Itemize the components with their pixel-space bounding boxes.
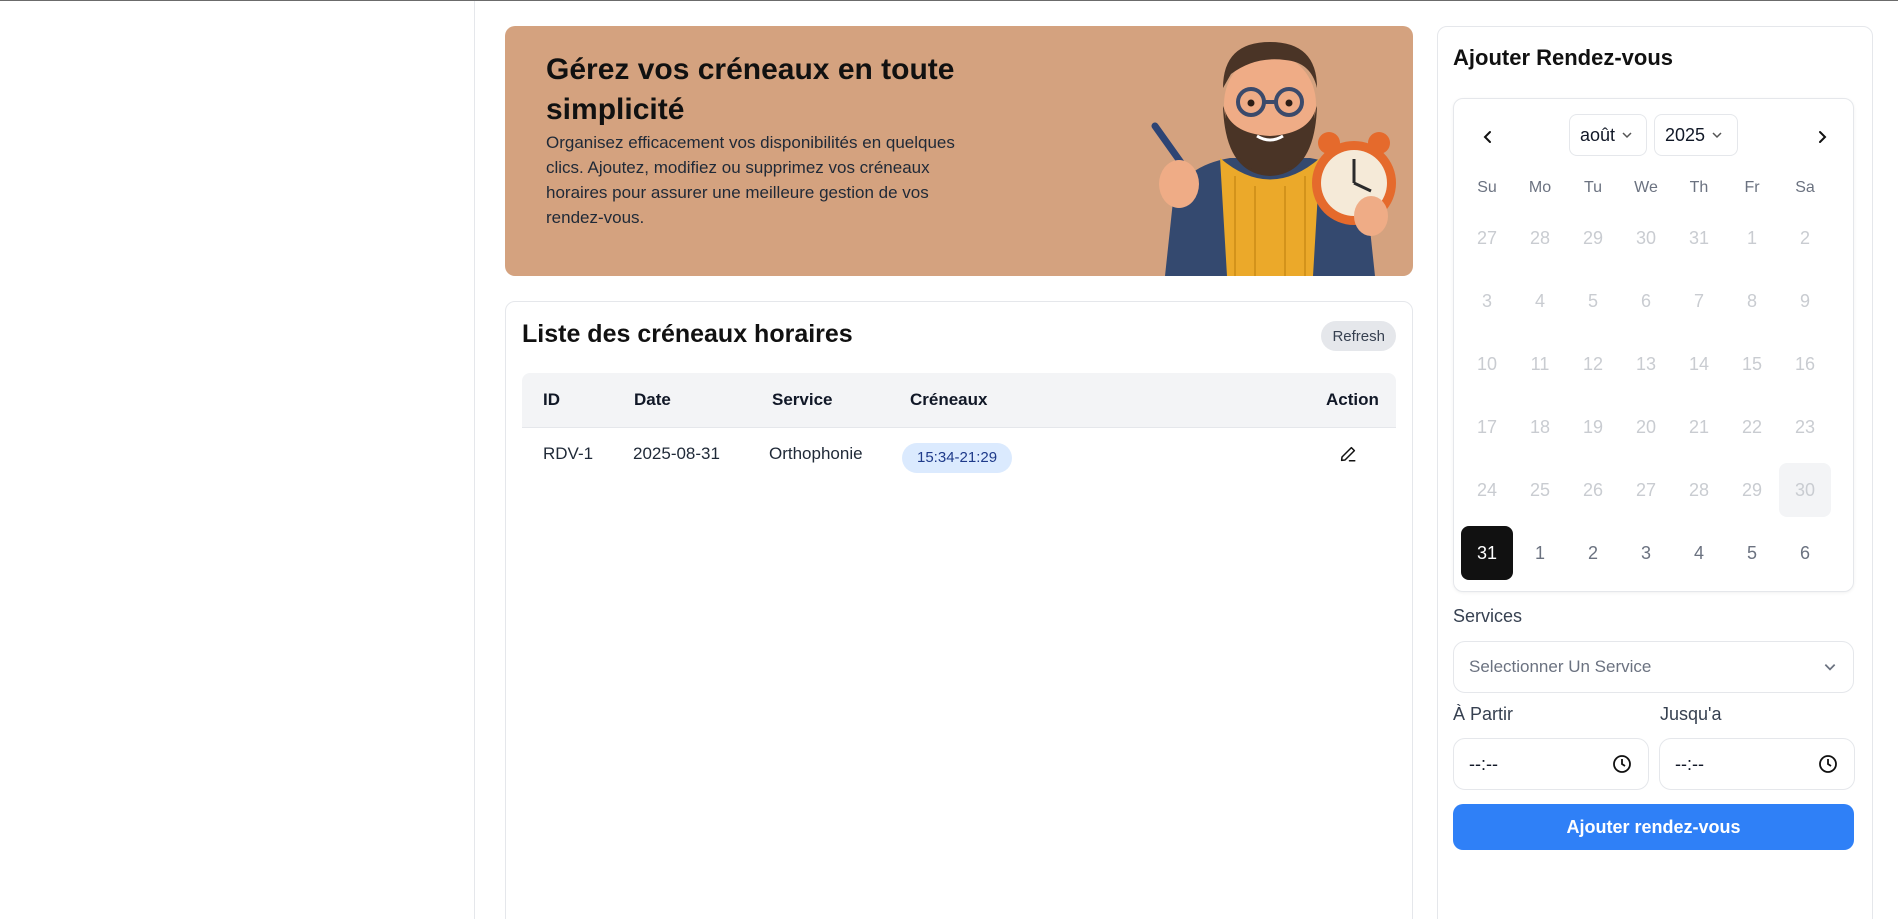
calendar-day[interactable]: 31: [1461, 526, 1513, 580]
weekday-label: Mo: [1528, 179, 1552, 196]
weekday-label: Sa: [1795, 179, 1815, 196]
add-appointment-button[interactable]: Ajouter rendez-vous: [1453, 804, 1854, 850]
calendar-day[interactable]: 25: [1514, 463, 1566, 517]
month-select[interactable]: août: [1569, 114, 1647, 156]
table-row: RDV-1 2025-08-31 Orthophonie 15:34-21:29: [522, 428, 1396, 486]
chevron-down-icon: [1712, 132, 1722, 139]
service-select[interactable]: Selectionner Un Service: [1453, 641, 1854, 693]
calendar-day[interactable]: 12: [1567, 337, 1619, 391]
services-label: Services: [1453, 606, 1523, 626]
hero-banner: Gérez vos créneaux en toute simplicité O…: [505, 26, 1413, 276]
calendar-day[interactable]: 30: [1620, 211, 1672, 265]
calendar-day[interactable]: 23: [1779, 400, 1831, 454]
calendar-day[interactable]: 2: [1567, 526, 1619, 580]
service-select-placeholder: Selectionner Un Service: [1469, 657, 1652, 676]
calendar-day[interactable]: 3: [1620, 526, 1672, 580]
calendar-day[interactable]: 16: [1779, 337, 1831, 391]
calendar-day[interactable]: 18: [1514, 400, 1566, 454]
calendar-day[interactable]: 20: [1620, 400, 1672, 454]
slots-list-title: Liste des créneaux horaires: [522, 320, 853, 348]
calendar-day[interactable]: 4: [1514, 274, 1566, 328]
slot-badge: 15:34-21:29: [902, 443, 1013, 473]
edit-button[interactable]: [1335, 441, 1361, 467]
calendar-day[interactable]: 1: [1514, 526, 1566, 580]
pencil-icon: [1340, 446, 1356, 462]
column-header-action: Action: [1326, 390, 1379, 409]
calendar-day[interactable]: 13: [1620, 337, 1672, 391]
to-time-input[interactable]: --:--: [1659, 738, 1855, 790]
column-header-id: ID: [543, 390, 560, 409]
calendar-day[interactable]: 5: [1567, 274, 1619, 328]
window-top-border: [0, 0, 1898, 1]
calendar-day[interactable]: 8: [1726, 274, 1778, 328]
column-header-date: Date: [634, 390, 671, 409]
calendar-day[interactable]: 21: [1673, 400, 1725, 454]
slots-table: ID Date Service Créneaux Action RDV-1 20…: [522, 373, 1396, 486]
calendar-day[interactable]: 29: [1567, 211, 1619, 265]
weekday-label: Tu: [1583, 179, 1603, 196]
to-time-value: --:--: [1675, 753, 1704, 774]
from-time-input[interactable]: --:--: [1453, 738, 1649, 790]
weekday-label: Su: [1477, 179, 1497, 196]
calendar-day[interactable]: 3: [1461, 274, 1513, 328]
calendar-day[interactable]: 4: [1673, 526, 1725, 580]
cell-service: Orthophonie: [769, 444, 863, 463]
weekday-label: We: [1634, 179, 1658, 196]
sidebar-divider: [474, 1, 475, 919]
calendar-day[interactable]: 7: [1673, 274, 1725, 328]
banner-title: Gérez vos créneaux en toute simplicité: [546, 53, 955, 126]
calendar-day[interactable]: 31: [1673, 211, 1725, 265]
calendar-day[interactable]: 15: [1726, 337, 1778, 391]
calendar-day[interactable]: 6: [1620, 274, 1672, 328]
calendar-day[interactable]: 30: [1779, 463, 1831, 517]
to-time-label: Jusqu'a: [1660, 704, 1722, 724]
calendar-day[interactable]: 6: [1779, 526, 1831, 580]
clock-icon[interactable]: [1612, 754, 1632, 774]
calendar-day[interactable]: 27: [1620, 463, 1672, 517]
refresh-button[interactable]: Refresh: [1321, 321, 1396, 351]
bearded-man-with-clock-illustration: [1135, 26, 1405, 276]
chevron-down-icon: [1824, 664, 1836, 671]
year-select-value: 2025: [1665, 124, 1706, 145]
next-month-button[interactable]: [1806, 121, 1838, 153]
previous-month-button[interactable]: [1472, 121, 1504, 153]
calendar-day[interactable]: 10: [1461, 337, 1513, 391]
cell-id: RDV-1: [543, 444, 594, 463]
table-header: ID Date Service Créneaux Action: [522, 373, 1396, 428]
add-appointment-card: Ajouter Rendez-vous août 2025 Su Mo Tu We Th…: [1437, 26, 1873, 919]
chevron-left-icon: [1483, 131, 1491, 143]
calendar-day[interactable]: 17: [1461, 400, 1513, 454]
clock-icon[interactable]: [1818, 754, 1838, 774]
calendar-day[interactable]: 26: [1567, 463, 1619, 517]
calendar-day[interactable]: 22: [1726, 400, 1778, 454]
column-header-service: Service: [772, 390, 833, 409]
calendar-day[interactable]: 24: [1461, 463, 1513, 517]
calendar-day[interactable]: 29: [1726, 463, 1778, 517]
weekday-label: Fr: [1744, 179, 1760, 196]
chevron-down-icon: [1622, 132, 1632, 139]
calendar-day[interactable]: 27: [1461, 211, 1513, 265]
calendar-day[interactable]: 5: [1726, 526, 1778, 580]
calendar-day[interactable]: 1: [1726, 211, 1778, 265]
chevron-right-icon: [1819, 131, 1827, 143]
slots-list-card: Liste des créneaux horaires Refresh ID D…: [505, 301, 1413, 919]
calendar-day[interactable]: 28: [1514, 211, 1566, 265]
year-select[interactable]: 2025: [1654, 114, 1738, 156]
weekday-label: Th: [1689, 179, 1709, 196]
from-time-label: À Partir: [1453, 704, 1514, 724]
from-time-value: --:--: [1469, 753, 1498, 774]
date-picker-calendar: août 2025 Su Mo Tu We Th Fr Sa 27 28 29 30 31 1 2 3 4 5…: [1453, 98, 1854, 592]
banner-description: Organisez efficacement vos disponibilité…: [546, 133, 955, 227]
calendar-day[interactable]: 14: [1673, 337, 1725, 391]
calendar-day[interactable]: 28: [1673, 463, 1725, 517]
calendar-day[interactable]: 9: [1779, 274, 1831, 328]
add-appointment-title: Ajouter Rendez-vous: [1453, 45, 1674, 70]
month-select-value: août: [1580, 124, 1616, 145]
cell-date: 2025-08-31: [633, 444, 720, 463]
column-header-slots: Créneaux: [910, 390, 988, 409]
calendar-day[interactable]: 2: [1779, 211, 1831, 265]
calendar-day[interactable]: 11: [1514, 337, 1566, 391]
calendar-day[interactable]: 19: [1567, 400, 1619, 454]
